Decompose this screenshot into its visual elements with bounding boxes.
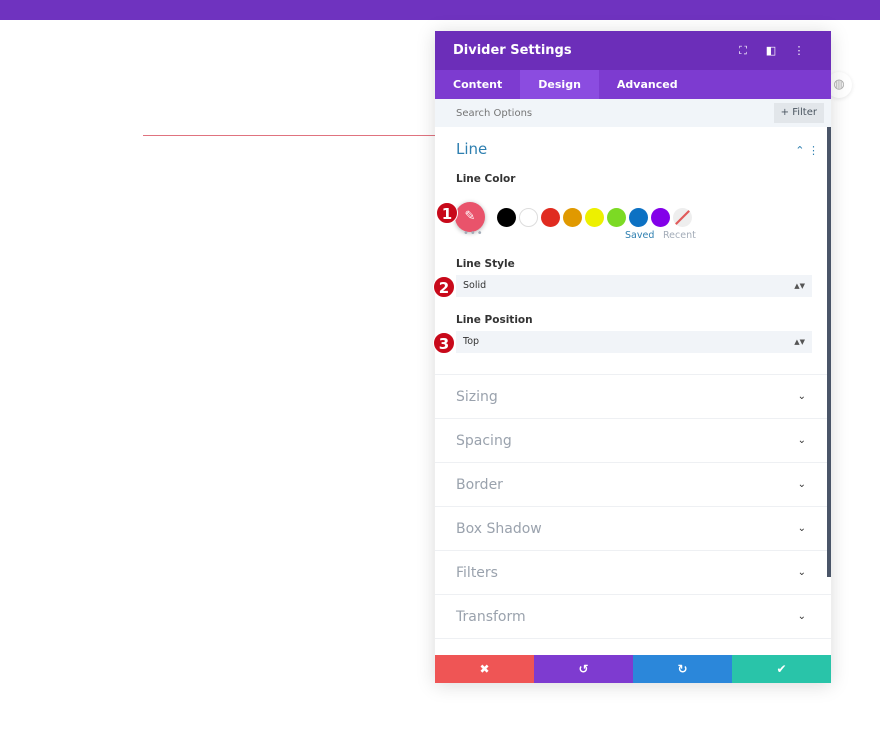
step-badge-2: 2 bbox=[433, 276, 455, 298]
chevron-down-icon: ⌄ bbox=[797, 611, 806, 622]
section-controls[interactable]: ⌃ ⋮ bbox=[795, 144, 819, 157]
tab-advanced[interactable]: Advanced bbox=[599, 70, 696, 99]
section-label: Filters bbox=[456, 564, 498, 581]
section-border[interactable]: Border ⌄ bbox=[435, 463, 831, 507]
section-label: Sizing bbox=[456, 388, 498, 405]
swatch-blue[interactable] bbox=[629, 207, 648, 227]
chevron-down-icon: ⌄ bbox=[797, 567, 806, 578]
color-swatches: ✎ bbox=[455, 202, 695, 232]
section-label: Spacing bbox=[456, 432, 512, 449]
filter-button[interactable]: + Filter bbox=[773, 103, 824, 123]
swatch-orange[interactable] bbox=[563, 207, 582, 227]
swatch-white[interactable] bbox=[519, 207, 538, 227]
section-label: Transform bbox=[456, 608, 526, 625]
line-section: Line ⌃ ⋮ Line Color ✎ ••• Saved Recent L… bbox=[435, 127, 831, 375]
panel-tabs: Content Design Advanced bbox=[435, 70, 831, 99]
swatch-purple[interactable] bbox=[651, 207, 670, 227]
panel-header: Divider Settings ⛶ ◧ ⋮ bbox=[435, 31, 831, 70]
cancel-button[interactable]: ✖ bbox=[435, 655, 534, 683]
section-label: Border bbox=[456, 476, 503, 493]
line-position-value: Top bbox=[463, 336, 480, 347]
undo-button[interactable]: ↺ bbox=[534, 655, 633, 683]
line-style-label: Line Style bbox=[456, 258, 515, 270]
tab-design[interactable]: Design bbox=[520, 70, 599, 99]
tab-content[interactable]: Content bbox=[435, 70, 520, 99]
check-icon: ✔ bbox=[776, 662, 787, 676]
swatch-green[interactable] bbox=[607, 207, 626, 227]
search-bar: + Filter bbox=[435, 99, 831, 127]
line-position-label: Line Position bbox=[456, 314, 533, 326]
save-button[interactable]: ✔ bbox=[732, 655, 831, 683]
chevron-down-icon: ⌄ bbox=[797, 391, 806, 402]
section-label: Box Shadow bbox=[456, 520, 542, 537]
section-transform[interactable]: Transform ⌄ bbox=[435, 595, 831, 639]
line-color-label: Line Color bbox=[456, 173, 516, 185]
chevron-down-icon: ⌄ bbox=[797, 435, 806, 446]
section-sizing[interactable]: Sizing ⌄ bbox=[435, 375, 831, 419]
swatch-black[interactable] bbox=[497, 207, 516, 227]
scrollbar[interactable] bbox=[827, 127, 831, 577]
action-bar: ✖ ↺ ↻ ✔ bbox=[435, 655, 831, 683]
recent-colors-tab[interactable]: Recent bbox=[663, 230, 696, 241]
redo-icon: ↻ bbox=[677, 662, 688, 676]
fullscreen-icon[interactable]: ⛶ bbox=[729, 44, 757, 58]
swatch-yellow[interactable] bbox=[585, 207, 604, 227]
section-box-shadow[interactable]: Box Shadow ⌄ bbox=[435, 507, 831, 551]
top-bar bbox=[0, 0, 880, 20]
line-style-select[interactable]: Solid ▲▼ bbox=[456, 275, 812, 297]
section-spacing[interactable]: Spacing ⌄ bbox=[435, 419, 831, 463]
swatch-none-icon[interactable] bbox=[673, 207, 692, 227]
chevron-down-icon: ⌄ bbox=[797, 479, 806, 490]
chevron-down-icon: ⌄ bbox=[797, 523, 806, 534]
divider-settings-panel: Divider Settings ⛶ ◧ ⋮ Content Design Ad… bbox=[435, 31, 831, 683]
search-input[interactable] bbox=[456, 107, 706, 119]
saved-colors-tab[interactable]: Saved bbox=[625, 230, 654, 241]
redo-button[interactable]: ↻ bbox=[633, 655, 732, 683]
split-view-icon[interactable]: ◧ bbox=[757, 44, 785, 57]
step-badge-3: 3 bbox=[433, 332, 455, 354]
step-badge-1: 1 bbox=[436, 202, 458, 224]
more-options-icon[interactable]: ⋮ bbox=[785, 44, 813, 57]
panel-title: Divider Settings bbox=[453, 43, 572, 58]
swatch-red[interactable] bbox=[541, 207, 560, 227]
section-title[interactable]: Line bbox=[456, 140, 487, 158]
close-icon: ✖ bbox=[479, 662, 490, 676]
select-arrows-icon: ▲▼ bbox=[794, 338, 805, 346]
divider-line-preview bbox=[143, 135, 435, 136]
line-position-select[interactable]: Top ▲▼ bbox=[456, 331, 812, 353]
undo-icon: ↺ bbox=[578, 662, 589, 676]
select-arrows-icon: ▲▼ bbox=[794, 282, 805, 290]
more-colors-icon[interactable]: ••• bbox=[463, 228, 484, 239]
section-filters[interactable]: Filters ⌄ bbox=[435, 551, 831, 595]
line-style-value: Solid bbox=[463, 280, 487, 291]
